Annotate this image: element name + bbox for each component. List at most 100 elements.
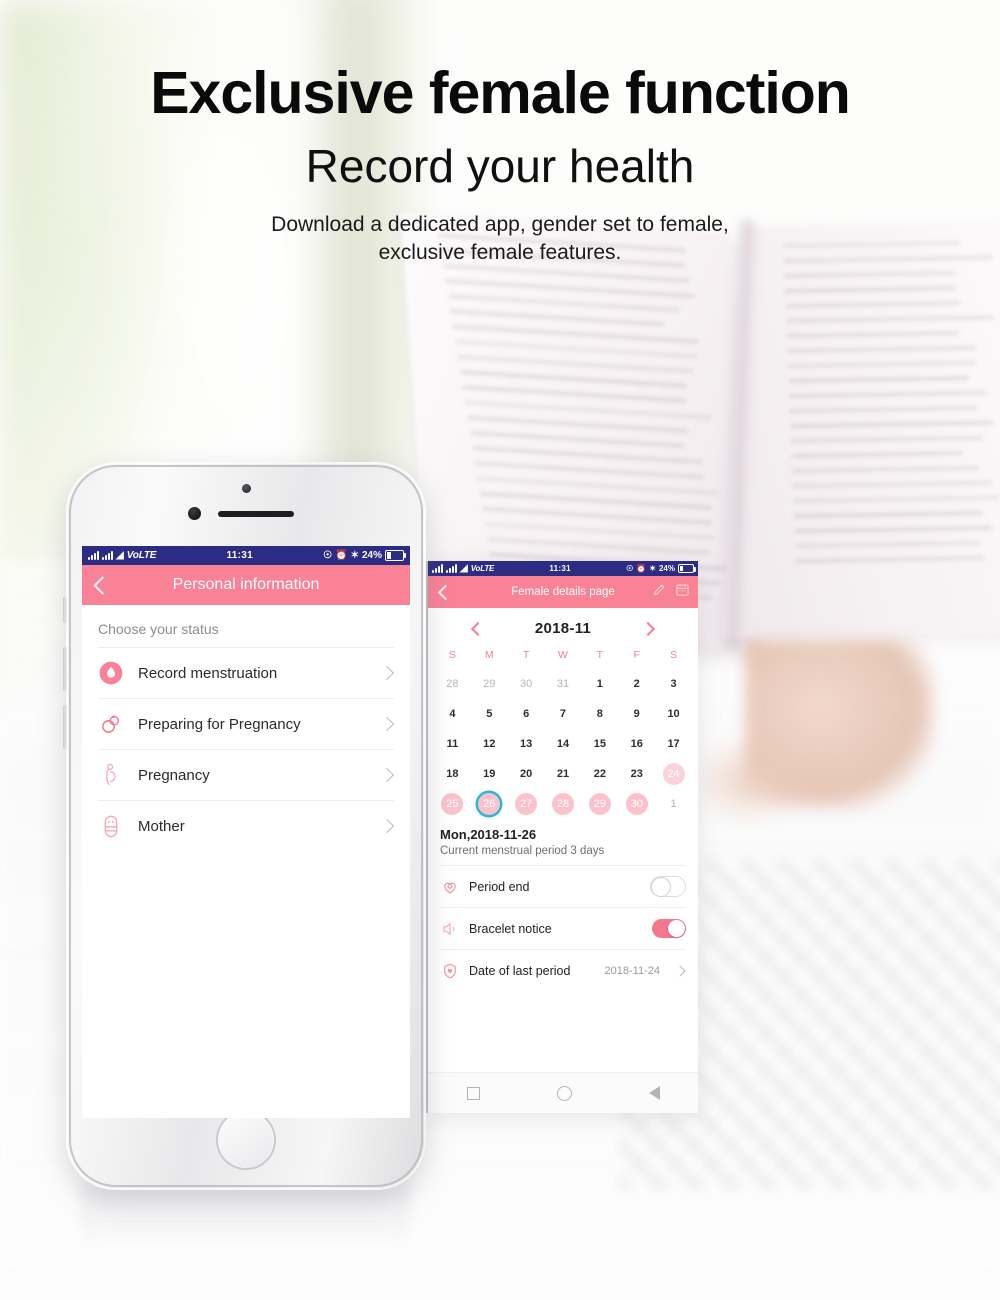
calendar-cell[interactable]: 28 bbox=[434, 669, 471, 699]
calendar-cell[interactable]: 30 bbox=[618, 789, 655, 819]
carrier-label: VoLTE bbox=[127, 550, 157, 561]
calendar-cell[interactable]: 3 bbox=[655, 669, 692, 699]
calendar-icon[interactable] bbox=[675, 582, 690, 602]
status-list-item[interactable]: Record menstruation bbox=[98, 647, 394, 698]
page-title: Exclusive female function bbox=[0, 64, 1000, 123]
signal-bars-icon bbox=[102, 551, 113, 560]
toggle-switch-off[interactable] bbox=[650, 876, 686, 897]
volume-down-button[interactable] bbox=[63, 705, 67, 749]
calendar-cell[interactable]: 10 bbox=[655, 699, 692, 729]
calendar-day-number: 8 bbox=[589, 703, 611, 725]
signal-bars-icon bbox=[432, 564, 443, 573]
status-list-item-label: Pregnancy bbox=[138, 767, 368, 784]
calendar-cell[interactable]: 15 bbox=[581, 729, 618, 759]
headline-block: Exclusive female function Record your he… bbox=[0, 0, 1000, 268]
calendar-day-number: 22 bbox=[589, 763, 611, 785]
heart-outline-icon bbox=[440, 877, 459, 896]
battery-percent: 24% bbox=[659, 564, 675, 573]
calendar-cell[interactable]: 19 bbox=[471, 759, 508, 789]
settings-row[interactable]: Date of last period 2018-11-24 bbox=[440, 949, 686, 991]
ovulation-rings-icon bbox=[98, 711, 124, 737]
calendar-cell[interactable]: 12 bbox=[471, 729, 508, 759]
calendar-day-number: 29 bbox=[589, 793, 611, 815]
page-subtitle: Record your health bbox=[0, 143, 1000, 189]
back-button[interactable] bbox=[438, 584, 454, 600]
calendar-weekday: S bbox=[655, 643, 692, 669]
calendar-cell[interactable]: 29 bbox=[581, 789, 618, 819]
calendar-cell[interactable]: 28 bbox=[545, 789, 582, 819]
calendar-grid[interactable]: 28 29 30 31 1 2 3 4 5 6 7 8 9 10 11 12 13 14 15 16 17 18 19 20 2… bbox=[428, 669, 698, 819]
calendar-day-number: 14 bbox=[552, 733, 574, 755]
calendar-cell[interactable]: 24 bbox=[655, 759, 692, 789]
calendar-cell[interactable]: 8 bbox=[581, 699, 618, 729]
calendar-day-number: 1 bbox=[589, 673, 611, 695]
calendar-day-number: 31 bbox=[552, 673, 574, 695]
calendar-day-number: 23 bbox=[626, 763, 648, 785]
calendar-cell[interactable]: 27 bbox=[508, 789, 545, 819]
calendar-day-number: 29 bbox=[478, 673, 500, 695]
calendar-day-number: 7 bbox=[552, 703, 574, 725]
toggle-switch-on[interactable] bbox=[652, 919, 686, 938]
calendar-cell[interactable]: 14 bbox=[545, 729, 582, 759]
calendar-day-number: 19 bbox=[478, 763, 500, 785]
mute-switch[interactable] bbox=[63, 597, 67, 623]
calendar-cell[interactable]: 20 bbox=[508, 759, 545, 789]
next-month-button[interactable] bbox=[641, 621, 655, 635]
thumb bbox=[690, 735, 810, 825]
calendar-cell[interactable]: 9 bbox=[618, 699, 655, 729]
calendar-cell[interactable]: 31 bbox=[545, 669, 582, 699]
calendar-cell[interactable]: 17 bbox=[655, 729, 692, 759]
back-button[interactable] bbox=[93, 576, 111, 594]
calendar-day-number: 5 bbox=[478, 703, 500, 725]
shield-heart-icon bbox=[440, 961, 459, 980]
calendar-cell[interactable]: 26 bbox=[471, 789, 508, 819]
chevron-right-icon bbox=[674, 965, 685, 976]
calendar-cell[interactable]: 11 bbox=[434, 729, 471, 759]
calendar-day-number: 27 bbox=[515, 793, 537, 815]
prev-month-button[interactable] bbox=[471, 621, 485, 635]
settings-row-label: Period end bbox=[469, 880, 640, 894]
calendar-cell[interactable]: 23 bbox=[618, 759, 655, 789]
iphone-device: ◢ VoLTE 11:31 ☉ ⏰ ✶ 24% Personal informa… bbox=[66, 462, 426, 1190]
status-bar: ◢ VoLTE 11:31 ☉ ⏰ ✶ 24% bbox=[82, 546, 410, 565]
calendar-cell[interactable]: 21 bbox=[545, 759, 582, 789]
status-list-item-label: Preparing for Pregnancy bbox=[138, 716, 368, 733]
calendar-cell[interactable]: 1 bbox=[581, 669, 618, 699]
status-list-item[interactable]: Preparing for Pregnancy bbox=[98, 698, 394, 749]
mute-icon: ☉ bbox=[323, 550, 332, 561]
calendar-day-number: 11 bbox=[441, 733, 463, 755]
calendar-cell[interactable]: 1 bbox=[655, 789, 692, 819]
settings-row[interactable]: Bracelet notice bbox=[440, 907, 686, 949]
calendar-cell[interactable]: 4 bbox=[434, 699, 471, 729]
pen-edit-icon[interactable] bbox=[652, 582, 667, 602]
calendar-cell[interactable]: 29 bbox=[471, 669, 508, 699]
back-triangle-icon[interactable] bbox=[649, 1086, 660, 1100]
calendar-cell[interactable]: 18 bbox=[434, 759, 471, 789]
calendar-cell[interactable]: 25 bbox=[434, 789, 471, 819]
calendar-day-number: 30 bbox=[515, 673, 537, 695]
home-button[interactable] bbox=[218, 1112, 274, 1168]
home-circle-icon[interactable] bbox=[557, 1086, 572, 1101]
calendar-cell[interactable]: 6 bbox=[508, 699, 545, 729]
status-list-item-label: Record menstruation bbox=[138, 665, 368, 682]
calendar-cell[interactable]: 5 bbox=[471, 699, 508, 729]
selected-date-label: Mon,2018-11-26 bbox=[428, 819, 698, 842]
settings-row[interactable]: Period end bbox=[440, 865, 686, 907]
clock: 11:31 bbox=[549, 564, 571, 573]
status-list-item[interactable]: Pregnancy bbox=[98, 749, 394, 800]
calendar-cell[interactable]: 7 bbox=[545, 699, 582, 729]
calendar-day-number: 3 bbox=[663, 673, 685, 695]
status-list-item[interactable]: Mother bbox=[98, 800, 394, 851]
volume-up-button[interactable] bbox=[63, 647, 67, 691]
signal-bars-icon bbox=[446, 564, 457, 573]
recents-square-icon[interactable] bbox=[467, 1087, 480, 1100]
calendar-cell[interactable]: 30 bbox=[508, 669, 545, 699]
calendar-cell[interactable]: 22 bbox=[581, 759, 618, 789]
calendar-day-number: 24 bbox=[663, 763, 685, 785]
calendar-day-number: 25 bbox=[441, 793, 463, 815]
calendar-month-label: 2018-11 bbox=[535, 620, 591, 637]
calendar-cell[interactable]: 16 bbox=[618, 729, 655, 759]
chevron-right-icon bbox=[380, 768, 394, 782]
calendar-cell[interactable]: 2 bbox=[618, 669, 655, 699]
calendar-cell[interactable]: 13 bbox=[508, 729, 545, 759]
